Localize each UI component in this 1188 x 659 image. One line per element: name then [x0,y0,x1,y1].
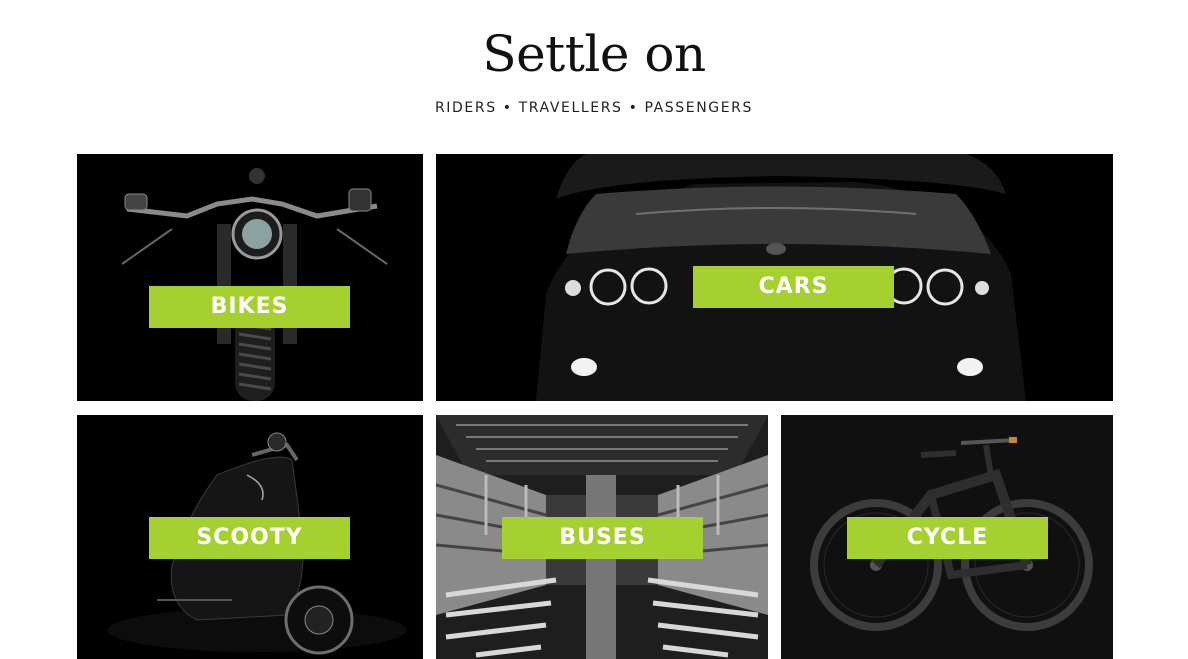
category-label-cars[interactable]: CARS [693,266,894,308]
category-label-scooty[interactable]: SCOOTY [149,517,350,559]
category-tile-cycle[interactable]: CYCLE [781,415,1113,659]
category-label-bikes[interactable]: BIKES [149,286,350,328]
category-tile-cars[interactable]: CARS [436,154,1113,401]
category-tile-scooty[interactable]: SCOOTY [77,415,423,659]
category-tile-buses[interactable]: BUSES [436,415,768,659]
page-title: Settle on [482,25,706,83]
motorcycle-front-image [77,154,423,401]
category-label-cycle[interactable]: CYCLE [847,517,1048,559]
category-tile-bikes[interactable]: BIKES [77,154,423,401]
category-label-buses[interactable]: BUSES [502,517,703,559]
page-subtitle: RIDERS • TRAVELLERS • PASSENGERS [434,100,753,116]
